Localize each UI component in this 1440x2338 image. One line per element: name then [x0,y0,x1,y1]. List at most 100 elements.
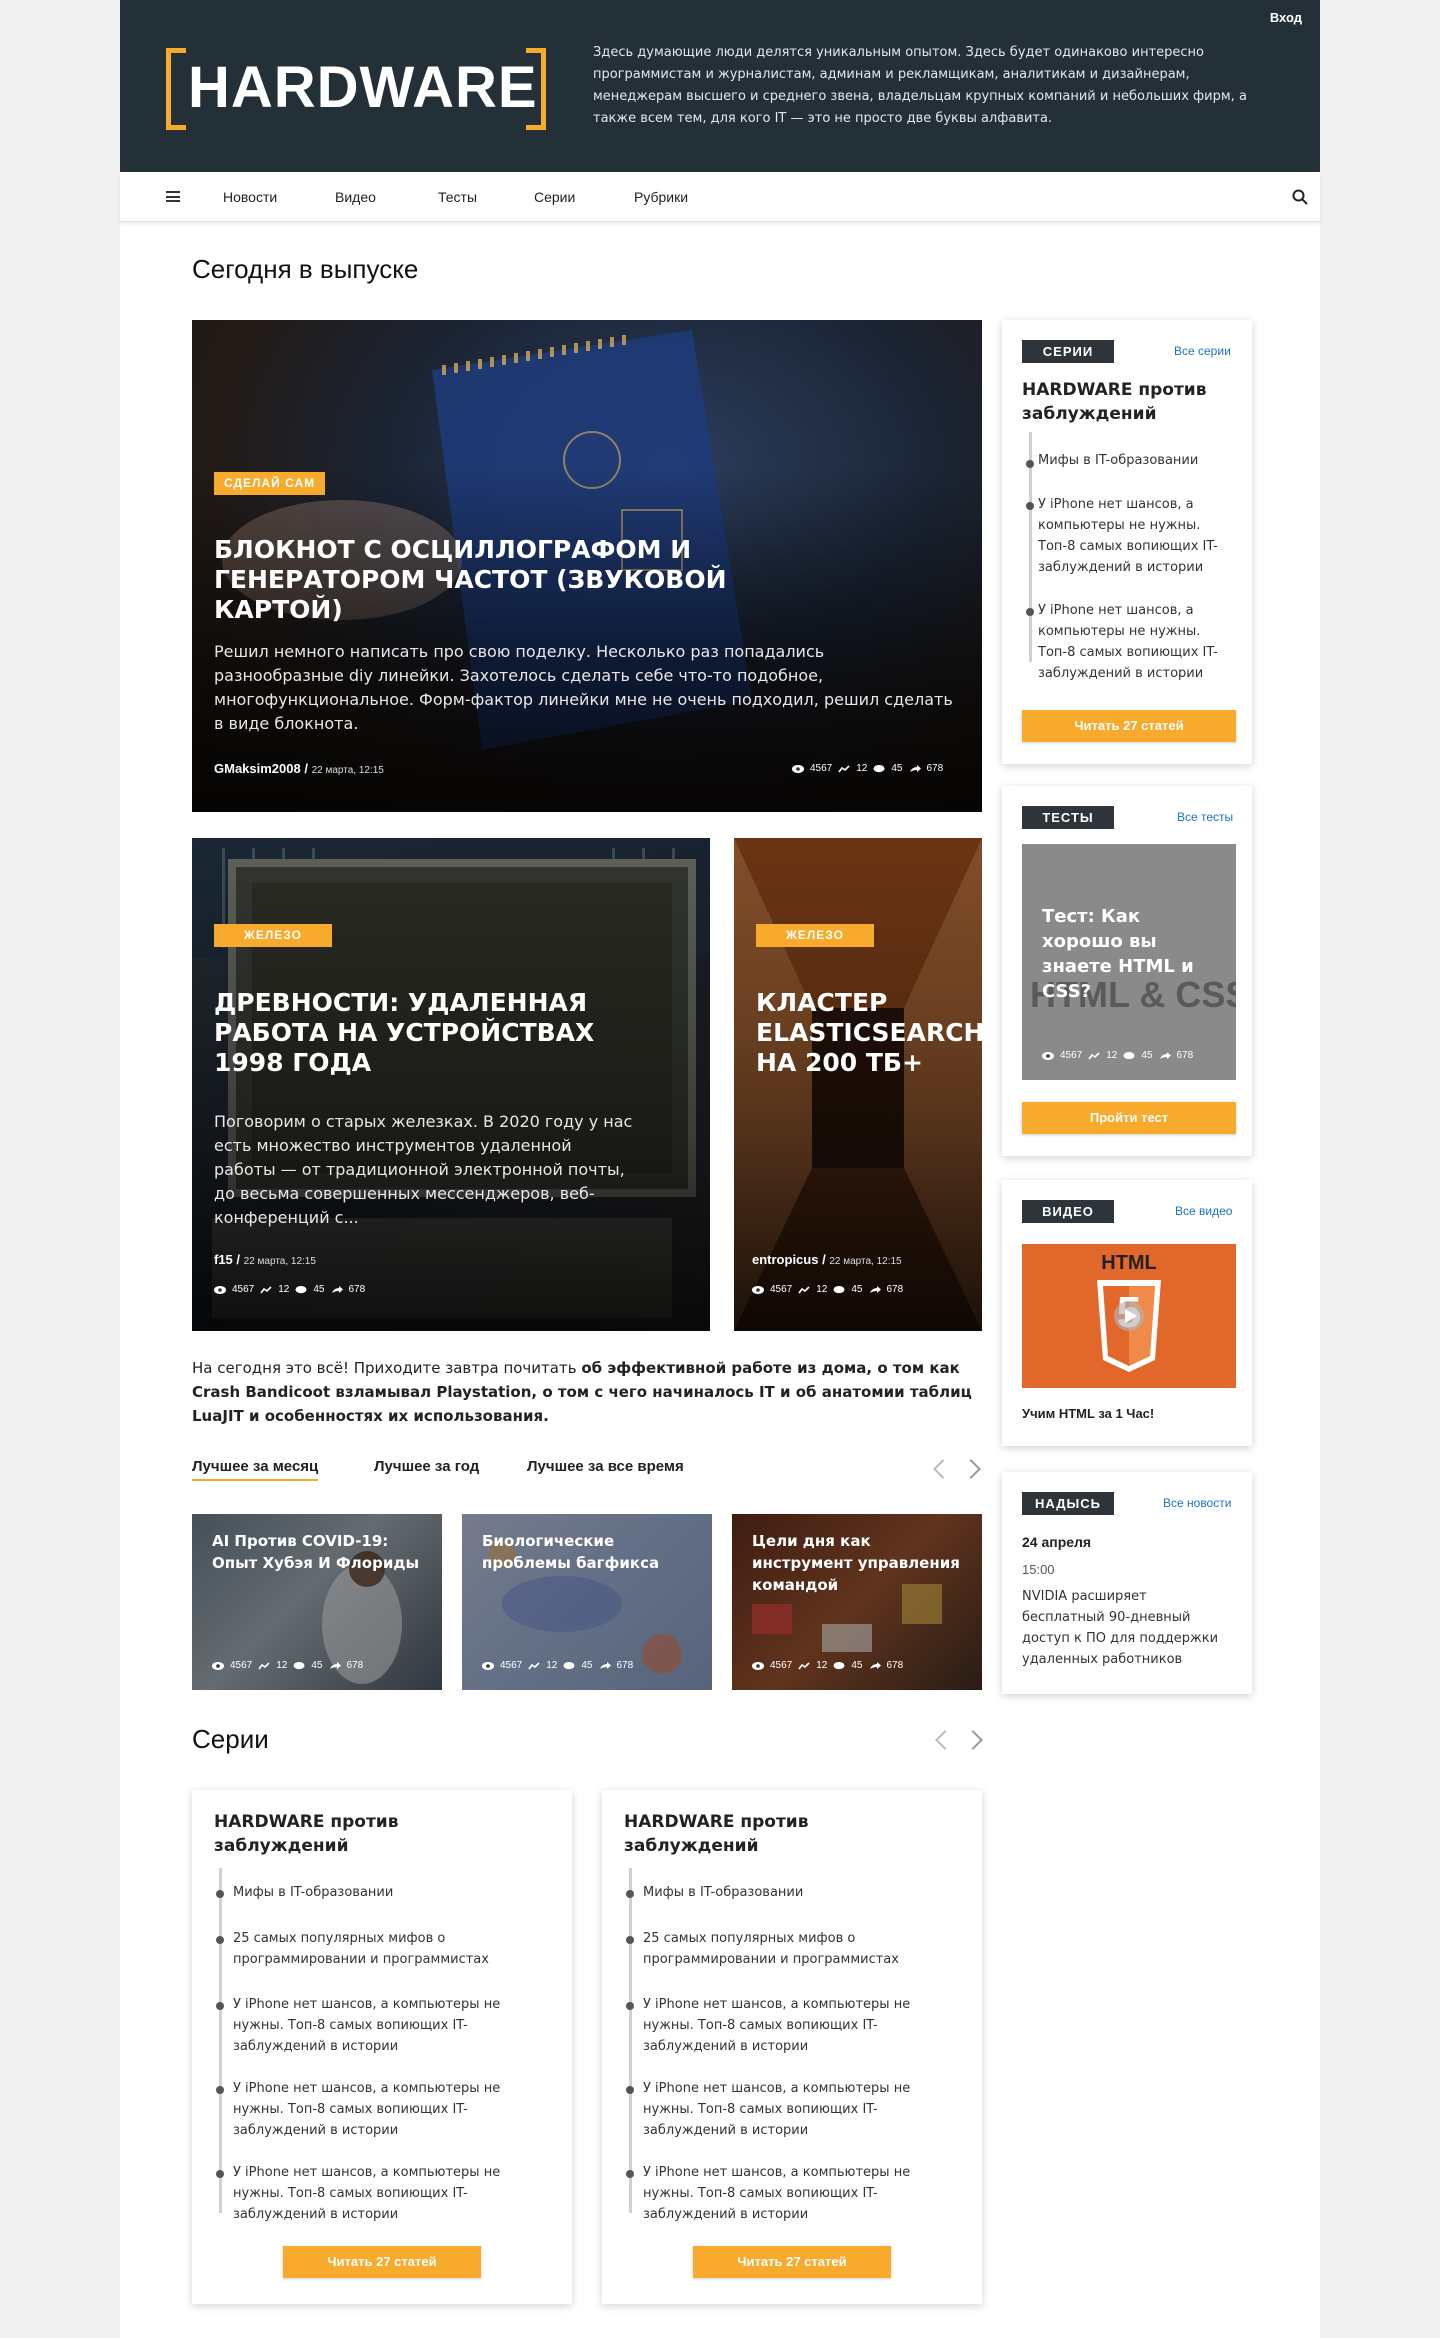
login-link[interactable]: Вход [1270,10,1302,25]
share-icon [869,1661,881,1669]
comment-icon [833,1285,845,1293]
series-item[interactable]: Мифы в IT-образовании [643,1882,963,1903]
today-outro: На сегодня это всё! Приходите завтра поч… [192,1359,972,1425]
timeline-dot [216,1936,224,1944]
logo-bracket-left [166,48,186,130]
repost-icon [528,1661,540,1669]
series-item[interactable]: 25 самых популярных мифов о программиров… [233,1928,553,1970]
series-item[interactable]: 25 самых популярных мифов о программиров… [643,1928,963,1970]
chevron-left-icon[interactable] [935,1730,955,1750]
article-title[interactable]: Древности: удаленная работа на устройств… [214,988,654,1078]
timeline-dot [1026,460,1034,468]
timeline-dot [626,1890,634,1898]
best-article-title[interactable]: Цели дня как инструмент управления коман… [752,1530,967,1596]
all-news-link[interactable]: Все новости [1163,1496,1231,1510]
series-item[interactable]: У iPhone нет шансов, а компьютеры не нуж… [233,1994,553,2057]
nav-item-series[interactable]: Серии [534,189,575,205]
series-item[interactable]: Мифы в IT-образовании [233,1882,553,1903]
widget-label: ВИДЕО [1022,1200,1114,1223]
video-thumbnail[interactable]: HTML 5 [1022,1244,1236,1388]
test-title[interactable]: Тест: Как хорошо вы знаете HTML и CSS? [1042,904,1222,1004]
category-tag[interactable]: ЖЕЛЕЗО [756,924,874,947]
article-author[interactable]: f15 / 22 марта, 12:15 [214,1252,316,1267]
series-card: HARDWARE против заблуждений Мифы в IT-об… [192,1790,572,2304]
series-title[interactable]: HARDWARE против заблуждений [214,1810,534,1858]
best-article-title[interactable]: Биологические проблемы багфикса [482,1530,697,1574]
comment-icon [1123,1051,1135,1059]
chevron-right-icon[interactable] [963,1730,983,1750]
series-item[interactable]: У iPhone нет шансов, а компьютеры не нуж… [233,2162,553,2225]
series-item[interactable]: У iPhone нет шансов, а компьютеры не нуж… [643,2078,963,2141]
best-article-card[interactable]: Цели дня как инструмент управления коман… [732,1514,982,1690]
series-card: HARDWARE против заблуждений Мифы в IT-об… [602,1790,982,2304]
best-article-card[interactable]: Биологические проблемы багфикса 4567 12 … [462,1514,712,1690]
views-icon [752,1661,764,1670]
category-tag[interactable]: СДЕЛАЙ САМ [214,472,326,495]
share-icon [869,1285,881,1293]
article-author[interactable]: entropicus / 22 марта, 12:15 [752,1252,902,1267]
article-title[interactable]: Блокнот с осциллографом и генератором ча… [214,535,774,625]
views-icon [214,1285,226,1294]
views-icon [482,1661,494,1670]
series-item[interactable]: Мифы в IT-образовании [1038,450,1238,471]
nav-item-rubrics[interactable]: Рубрики [634,189,688,205]
best-article-card[interactable]: AI Против COVID-19: Опыт Хубэя И Флориды… [192,1514,442,1690]
outro-link[interactable]: об эффективной работе из дома, [581,1359,872,1377]
sidebar-video-widget: ВИДЕО Все видео HTML 5 Учим HTML за 1 Ча… [1002,1180,1252,1446]
series-item[interactable]: У iPhone нет шансов, а компьютеры не нуж… [643,1994,963,2057]
series-title[interactable]: HARDWARE против заблуждений [624,1810,944,1858]
series-item[interactable]: У iPhone нет шансов, а компьютеры не нуж… [233,2078,553,2141]
chevron-right-icon[interactable] [961,1459,981,1479]
repost-icon [838,764,850,772]
series-title[interactable]: HARDWARE против заблуждений [1022,378,1222,426]
views-icon [212,1661,224,1670]
category-tag[interactable]: ЖЕЛЕЗО [214,924,332,947]
comment-icon [873,764,885,772]
video-badge: HTML [1101,1252,1157,1274]
nav-item-tests[interactable]: Тесты [438,189,477,205]
featured-article-card[interactable]: СДЕЛАЙ САМ Блокнот с осциллографом и ген… [192,320,982,812]
search-icon[interactable] [1292,189,1308,205]
chevron-left-icon[interactable] [933,1459,953,1479]
share-icon [1159,1051,1171,1059]
article-description: Решил немного написать про свою поделку.… [214,642,953,733]
article-card[interactable]: ЖЕЛЕЗО Кластер Elasticsearch на 200 ТБ+ … [734,838,982,1331]
series-item[interactable]: У iPhone нет шансов, а компьютеры не нуж… [1038,600,1238,684]
series-item[interactable]: У iPhone нет шансов, а компьютеры не нуж… [1038,494,1238,578]
main-nav: Новости Видео Тесты Серии Рубрики [120,172,1320,222]
share-icon [329,1661,341,1669]
test-card[interactable]: HTML & CSS Тест: Как хорошо вы знаете HT… [1022,844,1236,1080]
best-article-title[interactable]: AI Против COVID-19: Опыт Хубэя И Флориды [212,1530,427,1574]
series-heading: Серии [192,1724,269,1754]
timeline-dot [1026,502,1034,510]
nav-item-news[interactable]: Новости [223,189,277,205]
timeline-dot [626,1936,634,1944]
series-timeline [219,1868,222,2213]
timeline-dot [626,2170,634,2178]
news-text[interactable]: NVIDIA расширяет бесплатный 90-дневный д… [1022,1586,1232,1670]
all-tests-link[interactable]: Все тесты [1177,810,1233,824]
play-icon[interactable] [1113,1300,1145,1332]
timeline-dot [216,2086,224,2094]
hamburger-icon[interactable] [166,191,180,202]
logo-text: HARDWARE [188,55,538,120]
page: HARDWARE Здесь думающие люди делятся уни… [120,0,1320,2338]
take-test-button[interactable]: Пройти тест [1022,1102,1236,1134]
nav-item-video[interactable]: Видео [335,189,376,205]
video-title[interactable]: Учим HTML за 1 Час! [1022,1406,1154,1421]
read-series-button[interactable]: Читать 27 статей [693,2246,891,2278]
read-series-button[interactable]: Читать 27 статей [283,2246,481,2278]
tab-best-year[interactable]: Лучшее за год [374,1458,479,1475]
tab-best-month[interactable]: Лучшее за месяц [192,1458,319,1481]
read-series-button[interactable]: Читать 27 статей [1022,710,1236,742]
series-item[interactable]: У iPhone нет шансов, а компьютеры не нуж… [643,2162,963,2225]
article-author[interactable]: GMaksim2008 / 22 марта, 12:15 [214,761,384,776]
tab-best-all-time[interactable]: Лучшее за все время [527,1458,684,1475]
all-videos-link[interactable]: Все видео [1175,1204,1232,1218]
article-title[interactable]: Кластер Elasticsearch на 200 ТБ+ [756,988,982,1078]
site-logo[interactable]: HARDWARE [166,48,546,130]
all-series-link[interactable]: Все серии [1174,344,1231,358]
views-icon [792,764,804,773]
article-card[interactable]: ЖЕЛЕЗО Древности: удаленная работа на ус… [192,838,710,1331]
news-date: 24 апреля [1022,1534,1092,1550]
